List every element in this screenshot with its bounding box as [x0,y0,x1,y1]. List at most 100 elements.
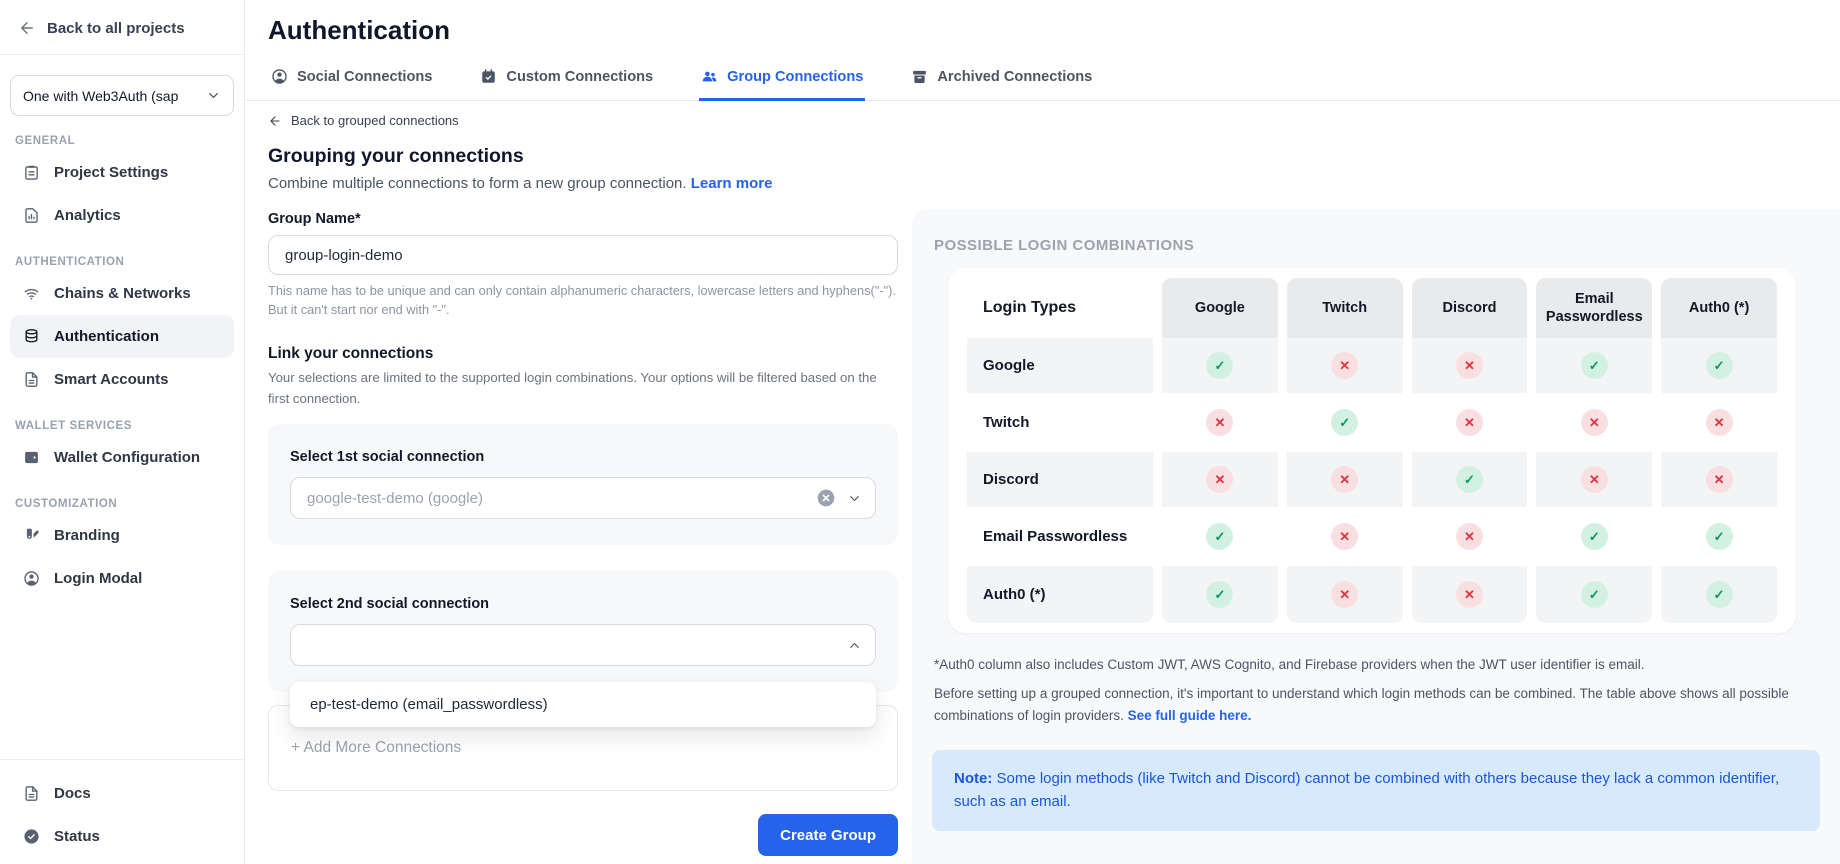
select-second-input[interactable] [290,624,876,666]
learn-more-link[interactable]: Learn more [691,175,773,192]
table-row-twitch: Twitch ✕ ✓ ✕ ✕ ✕ [967,395,1777,452]
guide-text: Before setting up a grouped connection, … [934,683,1820,726]
wallet-icon [23,449,40,466]
login-type-label: Email Passwordless [967,509,1153,566]
section-label-wallet-services: WALLET SERVICES [15,420,234,432]
check-icon: ✓ [1456,466,1483,493]
sidebar-footer-status[interactable]: Status [10,815,234,858]
sidebar: Back to all projects One with Web3Auth (… [0,0,245,864]
cross-icon: ✕ [1206,466,1233,493]
select-first-label: Select 1st social connection [290,449,876,465]
cross-icon: ✕ [1706,466,1733,493]
combination-cell: ✕ [1412,395,1528,452]
check-icon: ✓ [1206,352,1233,379]
combination-cell: ✓ [1412,452,1528,509]
cross-icon: ✕ [1581,466,1608,493]
group-name-input[interactable] [268,235,898,275]
dropdown-option-ep-test-demo[interactable]: ep-test-demo (email_passwordless) [290,682,876,727]
combination-cell: ✕ [1162,395,1278,452]
cross-icon: ✕ [1206,409,1233,436]
check-icon: ✓ [1706,581,1733,608]
clear-selection-icon[interactable] [816,488,836,508]
project-selector[interactable]: One with Web3Auth (sap [10,75,234,116]
combination-cell: ✓ [1536,509,1652,566]
note-box: Note: Some login methods (like Twitch an… [932,750,1820,831]
cross-icon: ✕ [1456,352,1483,379]
column-header-discord: Discord [1412,278,1528,338]
check-icon: ✓ [1206,581,1233,608]
combination-cell: ✕ [1661,395,1777,452]
check-icon: ✓ [1331,409,1358,436]
sidebar-item-login-modal[interactable]: Login Modal [10,557,234,600]
sidebar-item-chains-networks[interactable]: Chains & Networks [10,272,234,315]
create-group-button[interactable]: Create Group [758,814,898,856]
sidebar-item-authentication[interactable]: Authentication [10,315,234,358]
chevron-up-icon[interactable] [847,638,862,653]
login-type-label: Google [967,338,1153,395]
chevron-down-icon [206,88,221,103]
column-header-login-types: Login Types [967,278,1153,338]
login-type-label: Auth0 (*) [967,566,1153,623]
user-circle-icon [271,68,288,85]
sidebar-item-project-settings[interactable]: Project Settings [10,151,234,194]
chevron-down-icon[interactable] [847,491,862,506]
analytics-icon [23,207,40,224]
select-first-input[interactable] [290,477,876,519]
combination-cell: ✓ [1661,566,1777,623]
full-guide-link[interactable]: See full guide here. [1128,708,1252,723]
column-header-twitch: Twitch [1287,278,1403,338]
login-combinations-panel: POSSIBLE LOGIN COMBINATIONS Login TypesG… [912,209,1840,864]
brush-icon [23,527,40,544]
sidebar-item-wallet-configuration[interactable]: Wallet Configuration [10,436,234,479]
cross-icon: ✕ [1456,409,1483,436]
user-circle-icon [23,570,40,587]
section-label-customization: CUSTOMIZATION [15,498,234,510]
check-icon: ✓ [1706,352,1733,379]
combinations-table: Login TypesGoogleTwitchDiscordEmail Pass… [958,278,1786,623]
sidebar-item-analytics[interactable]: Analytics [10,194,234,237]
combination-cell: ✓ [1162,509,1278,566]
tab-archived-connections[interactable]: Archived Connections [909,66,1094,101]
back-to-grouped-link[interactable]: Back to grouped connections [268,113,898,128]
tab-custom-connections[interactable]: Custom Connections [478,66,655,101]
tab-group-connections[interactable]: Group Connections [699,66,865,101]
file-icon [23,785,40,802]
login-type-label: Twitch [967,395,1153,452]
select-first-wrap [290,477,876,519]
combination-cell: ✕ [1287,338,1403,395]
combination-cell: ✓ [1661,338,1777,395]
tab-social-connections[interactable]: Social Connections [269,66,434,101]
check-icon: ✓ [1706,523,1733,550]
cross-icon: ✕ [1581,409,1608,436]
column-header-email-passwordless: Email Passwordless [1536,278,1652,338]
combination-cell: ✕ [1661,452,1777,509]
back-to-projects-label: Back to all projects [47,20,185,37]
group-name-help: This name has to be unique and can only … [268,282,898,319]
back-to-projects-link[interactable]: Back to all projects [0,0,244,54]
sidebar-divider [0,54,244,55]
link-connections-heading: Link your connections [268,345,898,363]
sidebar-item-branding[interactable]: Branding [10,514,234,557]
project-selector-value: One with Web3Auth (sap [23,88,178,104]
back-to-grouped-label: Back to grouped connections [291,113,459,128]
cross-icon: ✕ [1456,523,1483,550]
combination-cell: ✓ [1536,338,1652,395]
content-row: Back to grouped connections Grouping you… [246,101,1840,864]
section-label-general: GENERAL [15,135,234,147]
combination-cell: ✕ [1412,338,1528,395]
arrow-left-icon [18,19,36,37]
combination-cell: ✕ [1536,395,1652,452]
sidebar-item-smart-accounts[interactable]: Smart Accounts [10,358,234,401]
combinations-table-card: Login TypesGoogleTwitchDiscordEmail Pass… [948,268,1796,633]
archive-icon [911,68,928,85]
select-second-label: Select 2nd social connection [290,596,876,612]
table-row-google: Google ✓ ✕ ✕ ✓ ✓ [967,338,1777,395]
file-icon [23,371,40,388]
combination-cell: ✓ [1536,566,1652,623]
app-root: { "sidebar": { "back_label": "Back to al… [0,0,1840,864]
combination-cell: ✕ [1287,509,1403,566]
cross-icon: ✕ [1331,523,1358,550]
id-badge-icon [480,68,497,85]
column-header-auth0: Auth0 (*) [1661,278,1777,338]
sidebar-footer-docs[interactable]: Docs [10,772,234,815]
